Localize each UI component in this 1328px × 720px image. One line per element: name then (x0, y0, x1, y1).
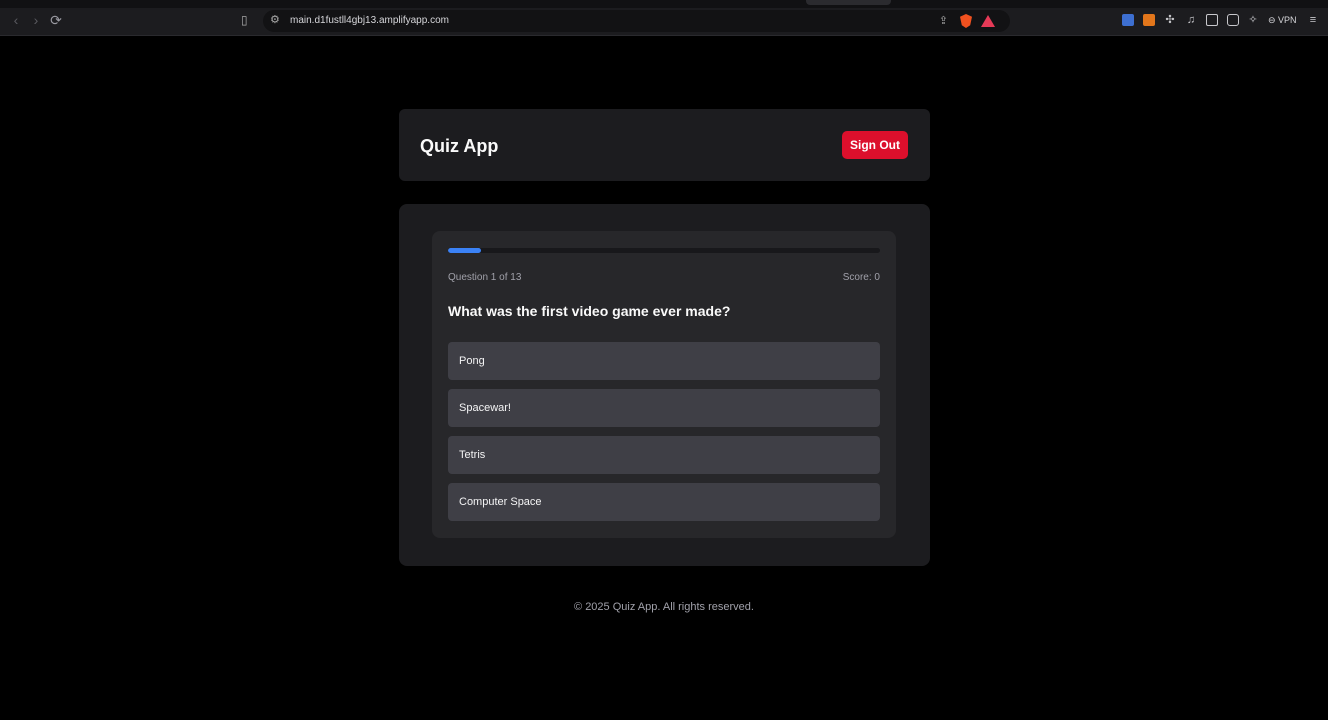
forward-icon[interactable]: › (28, 12, 44, 28)
score-display: Score: 0 (842, 272, 880, 283)
app-header: Quiz App Sign Out (399, 109, 930, 181)
leo-ai-icon[interactable]: ✧ (1247, 14, 1259, 26)
translate-extension-icon[interactable] (1122, 14, 1134, 26)
back-icon[interactable]: ‹ (8, 12, 24, 28)
answer-option[interactable]: Tetris (448, 436, 880, 474)
answer-option[interactable]: Pong (448, 342, 880, 380)
brave-rewards-icon[interactable] (981, 15, 995, 27)
question-counter: Question 1 of 13 (448, 272, 522, 283)
app-title: Quiz App (420, 136, 499, 156)
address-bar[interactable]: ▯ ⚙ main.d1fustll4gbj13.amplifyapp.com ⇪ (241, 10, 1010, 32)
url-text[interactable]: main.d1fustll4gbj13.amplifyapp.com (290, 15, 449, 26)
vpn-button[interactable]: ⊖ VPN (1268, 15, 1297, 26)
question-text: What was the first video game ever made? (448, 303, 731, 319)
tab-stub[interactable] (806, 0, 891, 5)
answer-option[interactable]: Computer Space (448, 483, 880, 521)
vpn-label: VPN (1278, 15, 1297, 25)
wallet-icon[interactable] (1227, 14, 1239, 26)
media-icon[interactable]: ♫ (1185, 14, 1197, 26)
site-info-icon[interactable]: ⚙ (270, 13, 280, 26)
menu-icon[interactable]: ≡ (1307, 14, 1319, 26)
reload-icon[interactable]: ⟳ (48, 12, 64, 28)
progress-fill (448, 248, 482, 253)
extensions-icon[interactable]: ✣ (1164, 14, 1176, 26)
sign-out-button[interactable]: Sign Out (842, 131, 908, 159)
share-icon[interactable]: ⇪ (939, 14, 948, 27)
bookmark-icon[interactable]: ▯ (241, 13, 255, 29)
brave-shields-icon[interactable] (960, 14, 972, 28)
tab-strip (0, 0, 1328, 8)
answer-options: Pong Spacewar! Tetris Computer Space (448, 342, 880, 530)
quiz-container: Question 1 of 13 Score: 0 What was the f… (399, 204, 930, 566)
answer-option[interactable]: Spacewar! (448, 389, 880, 427)
metamask-extension-icon[interactable] (1143, 14, 1155, 26)
progress-bar (448, 248, 880, 253)
browser-toolbar: ‹ › ⟳ ▯ ⚙ main.d1fustll4gbj13.amplifyapp… (0, 0, 1328, 36)
sidebar-icon[interactable] (1206, 14, 1218, 26)
footer-copyright: © 2025 Quiz App. All rights reserved. (574, 601, 754, 613)
quiz-card: Question 1 of 13 Score: 0 What was the f… (432, 231, 896, 538)
